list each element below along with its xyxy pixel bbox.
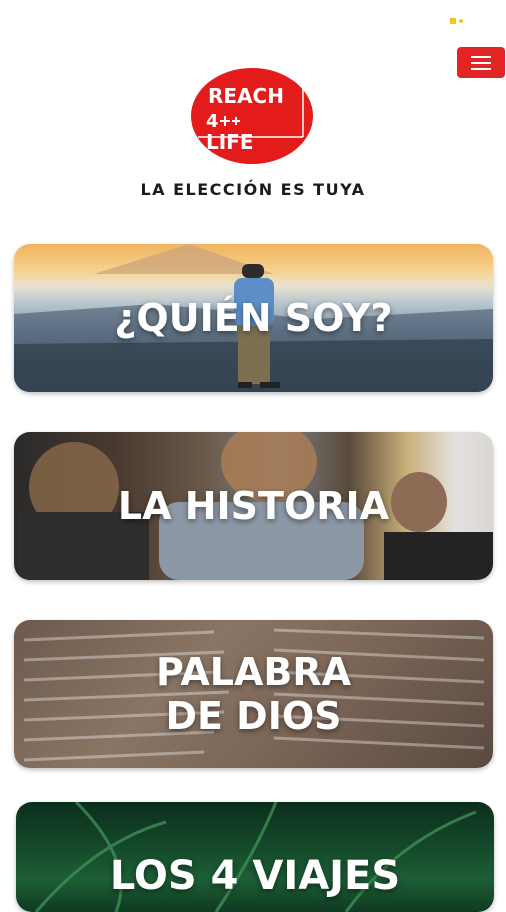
tagline: LA ELECCIÓN ES TUYA xyxy=(140,180,366,199)
logo-text-4: 4 xyxy=(206,111,219,132)
logo-text-reach: REACH xyxy=(208,84,284,108)
card-los-4-viajes[interactable]: LOS 4 VIAJES xyxy=(16,802,494,912)
card-title: PALABRA DE DIOS xyxy=(155,650,352,738)
app-logo: REACH 4 LIFE xyxy=(190,67,315,165)
card-palabra-de-dios[interactable]: PALABRA DE DIOS xyxy=(14,620,493,768)
logo-text-life: LIFE xyxy=(206,130,254,154)
hamburger-menu-button[interactable] xyxy=(457,47,505,78)
card-title: LOS 4 VIAJES xyxy=(109,853,401,899)
status-indicator xyxy=(450,16,470,26)
card-quien-soy[interactable]: ¿QUIÉN SOY? xyxy=(14,244,493,392)
card-la-historia[interactable]: LA HISTORIA xyxy=(14,432,493,580)
hamburger-menu-icon xyxy=(471,55,491,58)
card-title: LA HISTORIA xyxy=(117,484,390,528)
card-title: ¿QUIÉN SOY? xyxy=(114,296,393,340)
